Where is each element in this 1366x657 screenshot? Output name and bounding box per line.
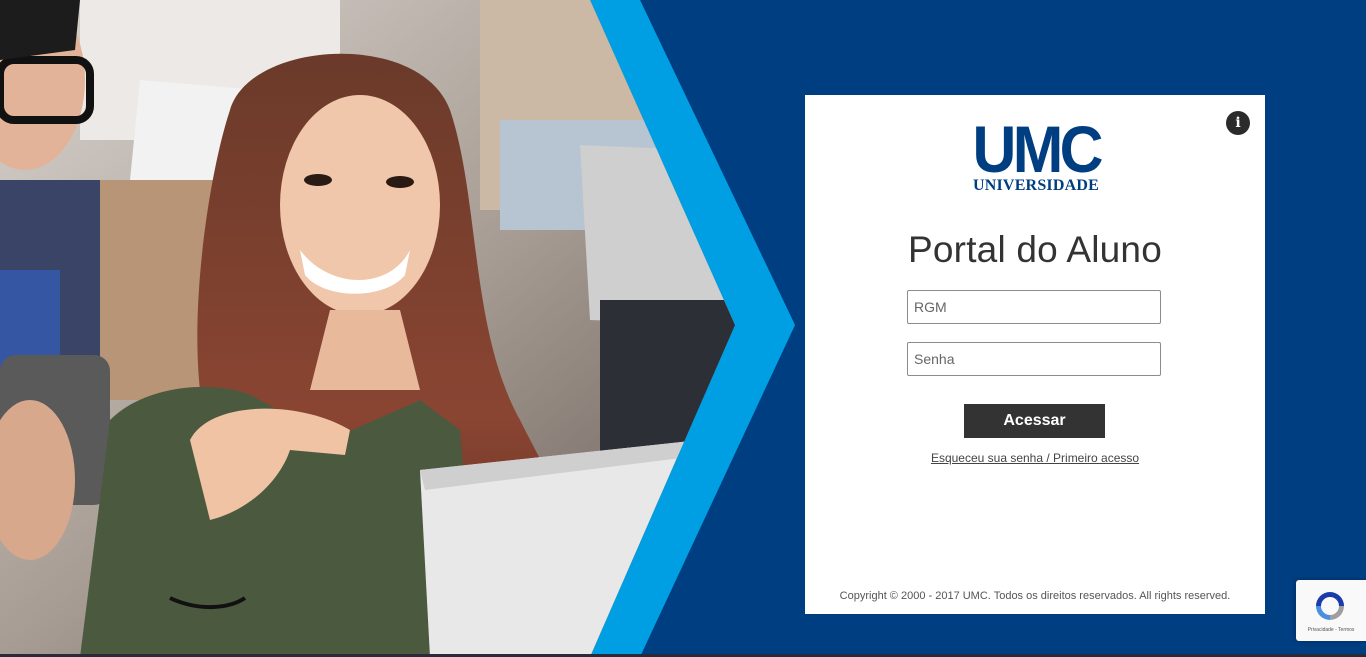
info-icon: i [1235,115,1241,131]
login-page: i UMC UNIVERSIDADE Portal do Aluno Acess… [0,0,1366,657]
recaptcha-privacy-text[interactable]: Privacidade - Termos [1296,627,1366,633]
logo-main-text: UMC [972,112,1104,186]
acessar-button[interactable]: Acessar [964,404,1105,438]
senha-input[interactable] [907,342,1161,376]
info-button[interactable]: i [1226,111,1250,135]
copyright-text: Copyright © 2000 - 2017 UMC. Todos os di… [839,590,1231,602]
students-photo-image [0,0,795,657]
recaptcha-badge[interactable]: Privacidade - Termos [1296,580,1366,641]
recaptcha-icon [1316,592,1344,620]
hero-photo [0,0,800,657]
forgot-password-link-text[interactable]: Esqueceu sua senha / Primeiro acesso [931,451,1139,465]
rgm-input[interactable] [907,290,1161,324]
login-card: i UMC UNIVERSIDADE Portal do Aluno Acess… [805,95,1265,614]
page-title: Portal do Aluno [908,229,1162,270]
umc-logo: UMC UNIVERSIDADE [967,112,1105,195]
forgot-password-link: Esqueceu sua senha / Primeiro acesso [805,451,1265,465]
